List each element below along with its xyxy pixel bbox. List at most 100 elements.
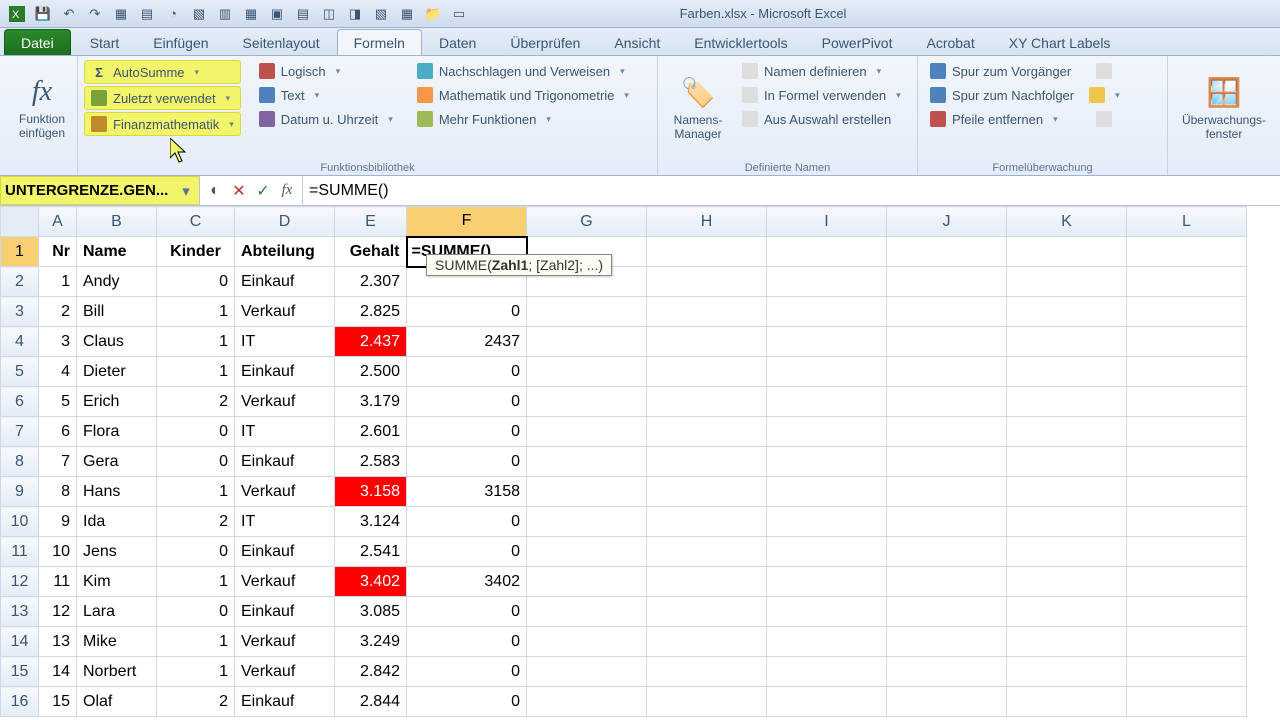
cell[interactable]: Lara	[77, 597, 157, 627]
cell[interactable]	[1127, 597, 1247, 627]
row-header[interactable]: 3	[1, 297, 39, 327]
create-from-selection-button[interactable]: Aus Auswahl erstellen	[736, 108, 907, 130]
col-header[interactable]: D	[235, 207, 335, 237]
tab-ueberpruefen[interactable]: Überprüfen	[493, 29, 597, 55]
cell[interactable]	[1007, 327, 1127, 357]
cell[interactable]: 9	[39, 507, 77, 537]
cell[interactable]	[887, 267, 1007, 297]
undo-icon[interactable]: ↶	[58, 3, 80, 25]
cell[interactable]: 3.179	[335, 387, 407, 417]
qat-btn[interactable]: ◔	[162, 3, 184, 25]
cell[interactable]	[1007, 597, 1127, 627]
cell[interactable]	[767, 567, 887, 597]
cell[interactable]	[887, 567, 1007, 597]
row-header[interactable]: 1	[1, 237, 39, 267]
cell[interactable]	[767, 687, 887, 717]
logical-button[interactable]: Logisch	[253, 60, 399, 82]
cell[interactable]: 14	[39, 657, 77, 687]
cell[interactable]	[767, 627, 887, 657]
col-header[interactable]: I	[767, 207, 887, 237]
cell[interactable]	[1127, 267, 1247, 297]
fx-icon[interactable]: fx	[276, 180, 298, 202]
cell[interactable]	[1007, 267, 1127, 297]
tab-seitenlayout[interactable]: Seitenlayout	[226, 29, 337, 55]
cell[interactable]	[1007, 627, 1127, 657]
header-cell[interactable]: Gehalt	[335, 237, 407, 267]
qat-btn[interactable]: ▧	[370, 3, 392, 25]
lookup-reference-button[interactable]: Nachschlagen und Verweisen	[411, 60, 635, 82]
cell[interactable]	[647, 237, 767, 267]
cell[interactable]: 3158	[407, 477, 527, 507]
cell[interactable]	[527, 537, 647, 567]
cancel-formula-button[interactable]: ✕	[228, 180, 250, 202]
qat-btn[interactable]: ▥	[214, 3, 236, 25]
use-in-formula-button[interactable]: In Formel verwenden	[736, 84, 907, 106]
accept-formula-button[interactable]: ✓	[252, 180, 274, 202]
cell[interactable]	[647, 417, 767, 447]
cell[interactable]	[647, 657, 767, 687]
show-formulas-button[interactable]	[1093, 60, 1115, 82]
cell[interactable]: 2	[157, 387, 235, 417]
cell[interactable]	[887, 477, 1007, 507]
cell[interactable]	[527, 657, 647, 687]
cell[interactable]: 2.601	[335, 417, 407, 447]
cell[interactable]	[767, 417, 887, 447]
cell[interactable]: Einkauf	[235, 447, 335, 477]
cell[interactable]: Einkauf	[235, 537, 335, 567]
cell[interactable]: Flora	[77, 417, 157, 447]
cell[interactable]	[1007, 657, 1127, 687]
cell[interactable]: 3.402	[335, 567, 407, 597]
more-functions-button[interactable]: Mehr Funktionen	[411, 108, 635, 130]
cell[interactable]: Verkauf	[235, 297, 335, 327]
cell[interactable]	[1127, 357, 1247, 387]
save-icon[interactable]: 💾	[32, 3, 54, 25]
cell[interactable]: 0	[157, 417, 235, 447]
cell[interactable]	[887, 387, 1007, 417]
cell[interactable]: 0	[407, 357, 527, 387]
cell[interactable]	[527, 297, 647, 327]
cell[interactable]: 0	[407, 417, 527, 447]
tab-powerpivot[interactable]: PowerPivot	[805, 29, 910, 55]
cell[interactable]	[767, 267, 887, 297]
select-all-corner[interactable]	[1, 207, 39, 237]
cell[interactable]	[767, 447, 887, 477]
date-time-button[interactable]: Datum u. Uhrzeit	[253, 108, 399, 130]
cell[interactable]: 0	[407, 537, 527, 567]
cell[interactable]	[887, 597, 1007, 627]
cell[interactable]: 3.249	[335, 627, 407, 657]
cell[interactable]: Hans	[77, 477, 157, 507]
cell[interactable]	[887, 357, 1007, 387]
cell[interactable]: Claus	[77, 327, 157, 357]
cell[interactable]: Verkauf	[235, 387, 335, 417]
cell[interactable]	[1007, 447, 1127, 477]
trace-precedents-button[interactable]: Spur zum Vorgänger	[924, 60, 1080, 82]
cell[interactable]	[767, 387, 887, 417]
cell[interactable]: 0	[157, 597, 235, 627]
col-header[interactable]: L	[1127, 207, 1247, 237]
tab-formeln[interactable]: Formeln	[337, 29, 422, 55]
cell[interactable]: 13	[39, 627, 77, 657]
cell[interactable]	[1007, 387, 1127, 417]
cell[interactable]: Einkauf	[235, 687, 335, 717]
cell[interactable]: 2.307	[335, 267, 407, 297]
cell[interactable]: Verkauf	[235, 657, 335, 687]
cell[interactable]	[1127, 447, 1247, 477]
cell[interactable]: 1	[157, 297, 235, 327]
excel-icon[interactable]: X	[6, 3, 28, 25]
cell[interactable]: 0	[407, 627, 527, 657]
cell[interactable]: 15	[39, 687, 77, 717]
cell[interactable]	[527, 567, 647, 597]
name-box-dropdown-icon[interactable]: ▾	[177, 182, 195, 200]
cell[interactable]	[1007, 417, 1127, 447]
cell[interactable]: 2.541	[335, 537, 407, 567]
row-header[interactable]: 7	[1, 417, 39, 447]
cell[interactable]: 2.825	[335, 297, 407, 327]
cell[interactable]: Verkauf	[235, 477, 335, 507]
cell[interactable]: 3.124	[335, 507, 407, 537]
cell[interactable]	[527, 357, 647, 387]
cell[interactable]: 1	[157, 657, 235, 687]
cell[interactable]: Norbert	[77, 657, 157, 687]
cell[interactable]	[647, 447, 767, 477]
recently-used-button[interactable]: Zuletzt verwendet	[84, 86, 241, 110]
tab-acrobat[interactable]: Acrobat	[909, 29, 991, 55]
